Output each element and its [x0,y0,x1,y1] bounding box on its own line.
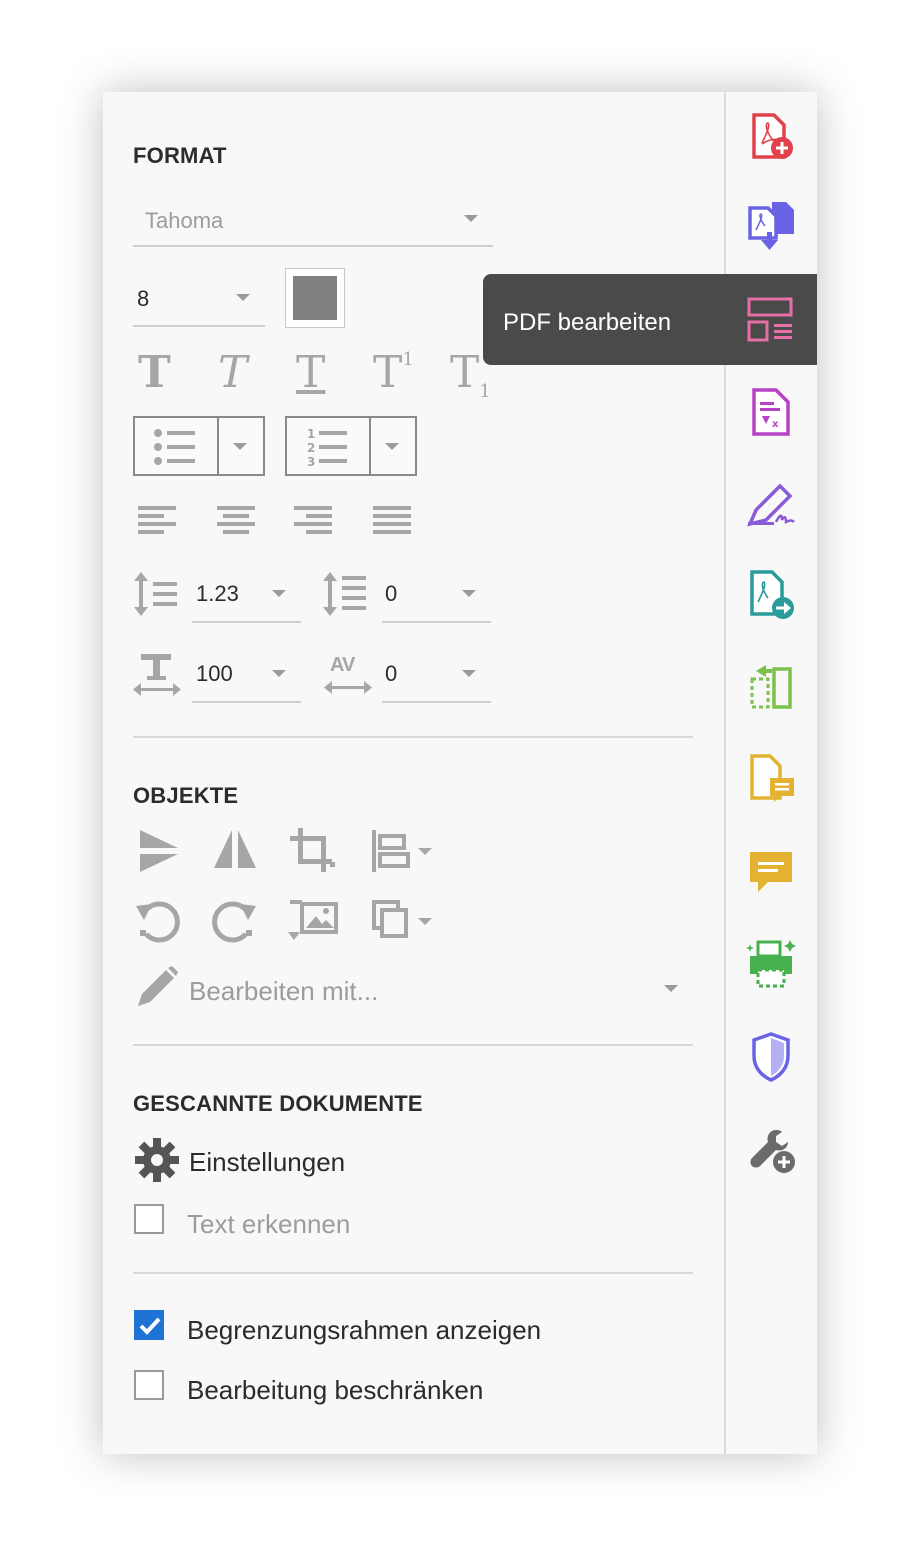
italic-button[interactable]: T [218,347,247,398]
numbered-list-split [369,418,371,474]
paragraph-spacing-dropdown[interactable]: 0 [385,581,397,607]
horizontal-scale-chevron-down-icon[interactable] [272,670,286,677]
numbered-list-chevron-down-icon[interactable] [385,443,399,450]
font-color-fill [293,276,337,320]
prepare-form-icon[interactable]: x [750,388,794,436]
edit-with-chevron-down-icon[interactable] [664,985,678,992]
edit-pdf-icon[interactable] [746,296,796,344]
format-heading: FORMAT [133,143,227,168]
subscript-letter: T [450,347,480,398]
numbered-list-button[interactable]: 1 2 3 [285,416,417,476]
font-size-underline [133,325,265,327]
rotate-left-icon[interactable] [134,898,182,944]
comment-icon[interactable] [748,848,794,896]
align-center-icon[interactable] [216,504,256,536]
create-pdf-icon[interactable] [748,113,798,163]
underline-button[interactable]: T [296,347,325,398]
bullet-list-chevron-down-icon[interactable] [233,443,247,450]
char-spacing-chevron-down-icon[interactable] [462,670,476,677]
edit-with-dropdown[interactable]: Bearbeiten mit... [189,976,378,1007]
svg-text:1: 1 [307,427,315,441]
show-bounding-boxes-checkbox[interactable] [134,1310,164,1340]
restrict-editing-label: Bearbeitung beschränken [187,1375,484,1405]
font-family-dropdown[interactable]: Tahoma [145,208,223,234]
align-right-icon[interactable] [293,504,333,536]
superscript-mark: 1 [402,349,414,370]
font-family-underline [133,245,493,247]
recognize-text-label: Text erkennen [187,1209,351,1239]
bullet-list-button[interactable] [133,416,265,476]
char-spacing-glyph: AV [330,654,355,676]
line-spacing-icon [134,572,177,616]
char-spacing-icon: AV [324,652,372,696]
paragraph-spacing-underline [382,621,491,623]
pencil-icon [138,966,178,1006]
font-family-chevron-down-icon[interactable] [464,215,478,222]
svg-text:x: x [772,419,779,430]
font-size-chevron-down-icon[interactable] [236,294,250,301]
line-spacing-underline [192,621,301,623]
line-spacing-dropdown[interactable]: 1.23 [196,581,239,607]
subscript-mark: 1 [479,381,491,402]
combine-files-icon[interactable] [746,200,798,252]
horizontal-scale-icon [133,654,181,696]
more-tools-icon[interactable] [748,1126,798,1176]
recognize-text-checkbox[interactable] [134,1204,164,1234]
superscript-button[interactable]: T1 [373,347,414,398]
scanned-documents-heading: GESCANNTE DOKUMENTE [133,1091,423,1116]
paragraph-spacing-chevron-down-icon[interactable] [462,590,476,597]
bold-button[interactable]: T [138,347,171,398]
tooltip-label: PDF bearbeiten [503,309,672,336]
section-divider [133,1272,693,1274]
bullet-list-split [217,418,219,474]
flip-vertical-icon[interactable] [138,828,180,874]
gear-icon[interactable] [135,1138,179,1182]
send-for-comments-icon[interactable] [748,754,796,804]
crop-icon[interactable] [290,828,338,874]
print-production-icon[interactable] [746,938,798,990]
objects-heading: OBJEKTE [133,783,239,808]
svg-text:3: 3 [307,455,315,468]
font-size-dropdown[interactable]: 8 [137,286,149,312]
char-spacing-arrow-icon [324,681,372,694]
horizontal-scale-dropdown[interactable]: 100 [196,661,233,687]
line-spacing-chevron-down-icon[interactable] [272,590,286,597]
align-objects-icon[interactable] [370,828,436,874]
char-spacing-dropdown[interactable]: 0 [385,661,397,687]
replace-image-icon[interactable] [288,896,340,944]
char-spacing-underline [382,701,491,703]
protect-icon[interactable] [750,1032,792,1082]
superscript-letter: T [373,347,403,398]
flip-horizontal-icon[interactable] [212,828,258,872]
organize-pages-icon[interactable] [748,663,796,711]
checkmark-icon [139,1317,161,1335]
section-divider [133,1044,693,1046]
export-pdf-icon[interactable] [748,570,798,622]
fill-sign-icon[interactable] [746,480,798,528]
font-color-swatch[interactable] [285,268,345,328]
arrange-icon[interactable] [370,898,436,944]
paragraph-spacing-icon [323,572,366,616]
align-justify-icon[interactable] [372,504,412,536]
bullet-list-icon [154,429,195,465]
section-divider [133,736,693,738]
align-left-icon[interactable] [138,504,178,536]
numbered-list-icon: 1 2 3 [307,427,347,468]
show-bounding-boxes-label: Begrenzungsrahmen anzeigen [187,1315,542,1345]
settings-button[interactable]: Einstellungen [189,1147,345,1178]
svg-text:2: 2 [307,441,315,455]
rotate-right-icon[interactable] [210,898,258,944]
horizontal-scale-underline [192,701,301,703]
restrict-editing-checkbox[interactable] [134,1370,164,1400]
